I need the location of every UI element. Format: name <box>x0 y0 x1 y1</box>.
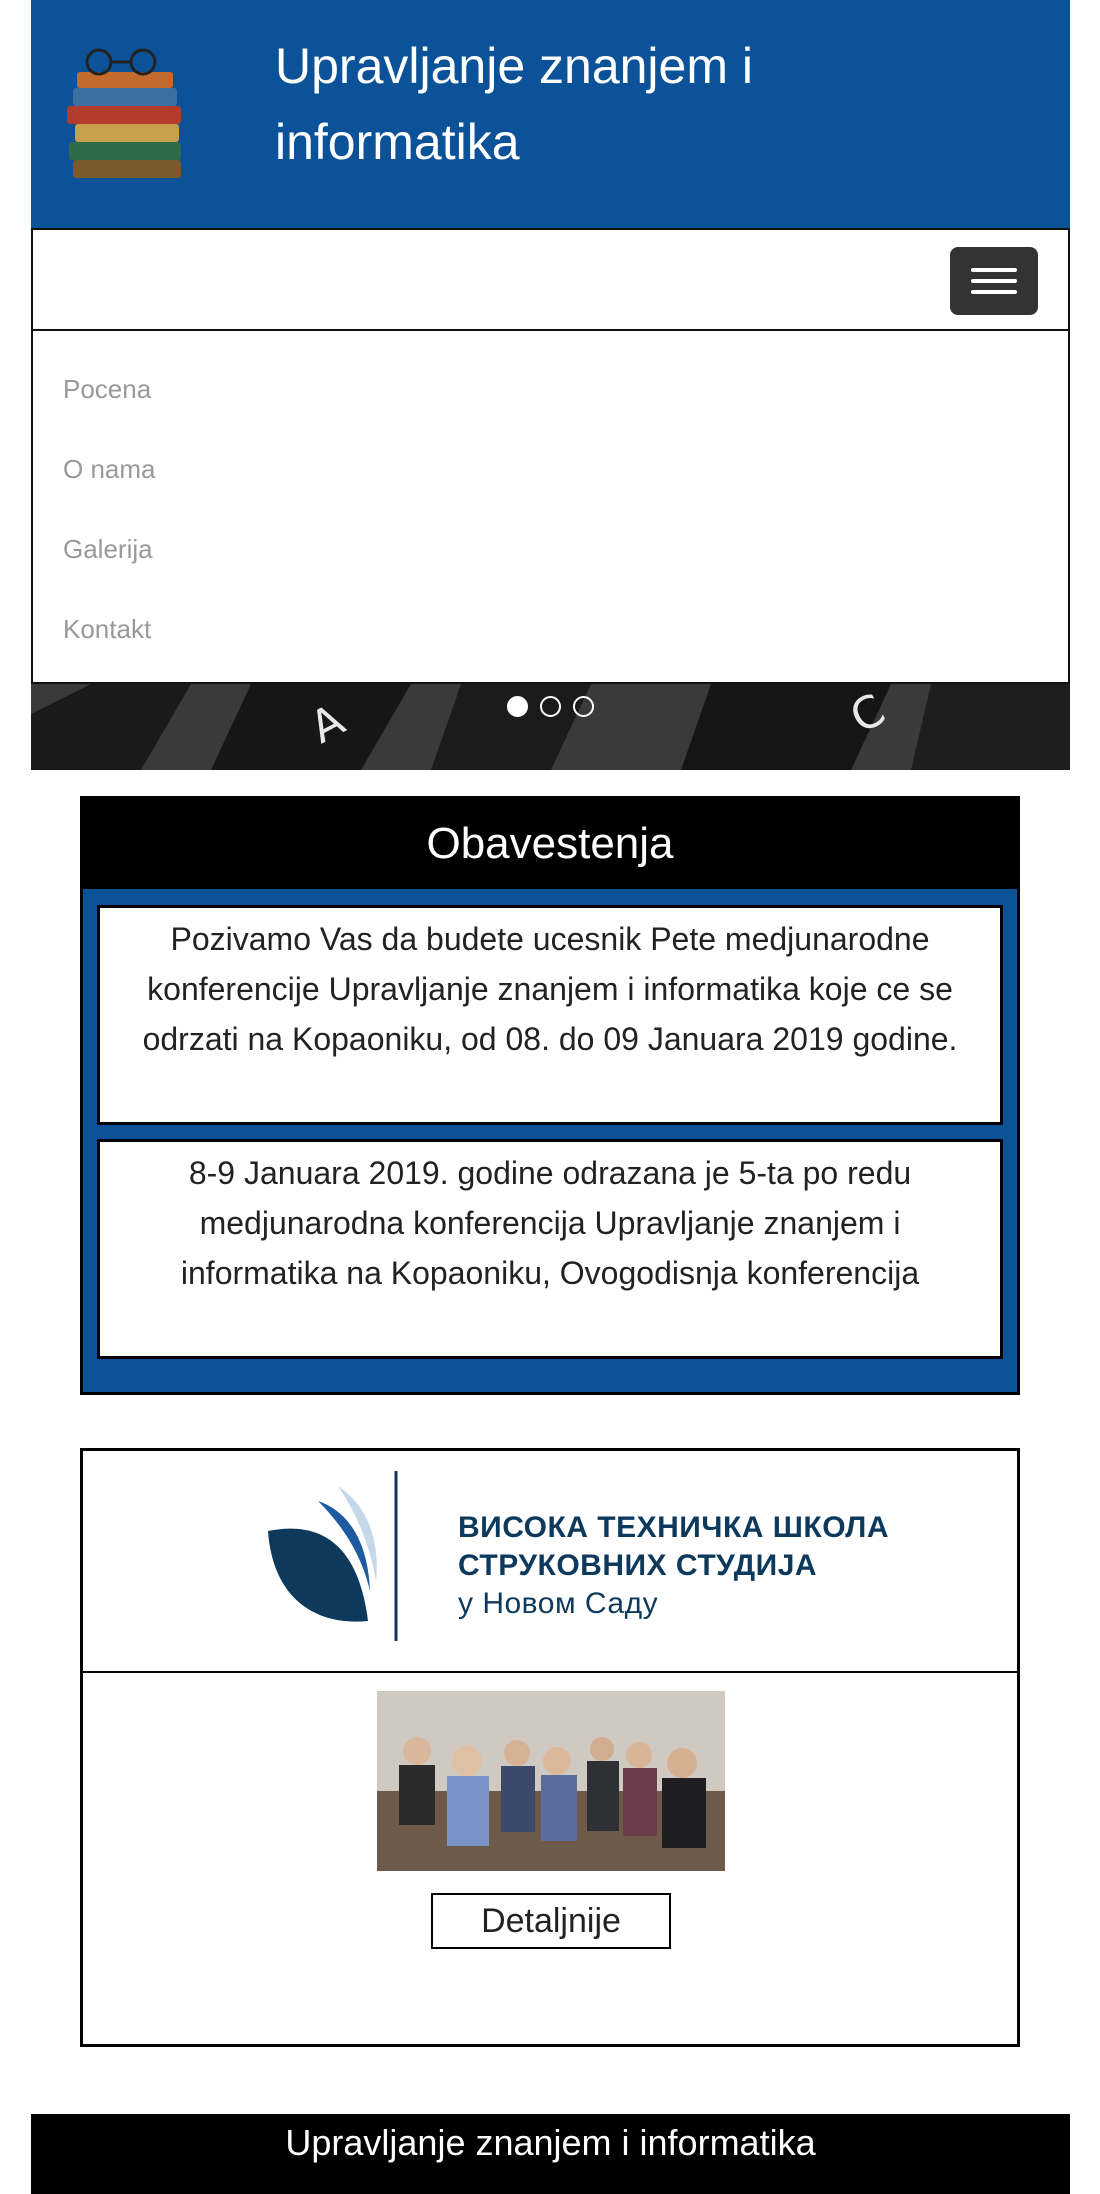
conference-photo <box>377 1691 725 1871</box>
nav-menu: Pocena O nama Galerija Kontakt <box>31 331 1070 684</box>
navbar <box>31 228 1070 331</box>
site-header: Upravljanje znanjem i informatika <box>31 0 1070 228</box>
carousel-dot-2[interactable] <box>540 696 561 717</box>
school-name-line: ВИСОКА ТЕХНИЧКА ШКОЛА <box>458 1511 890 1544</box>
site-title[interactable]: Upravljanje znanjem i informatika <box>275 28 895 180</box>
notice-item: 8-9 Januara 2019. godine odrazana je 5-t… <box>97 1139 1003 1359</box>
notice-item: Pozivamo Vas da budete ucesnik Pete medj… <box>97 905 1003 1125</box>
details-button[interactable]: Detaljnije <box>431 1893 671 1949</box>
carousel-indicators <box>31 696 1070 722</box>
carousel-dot-3[interactable] <box>573 696 595 717</box>
hamburger-icon <box>971 279 1017 283</box>
carousel-dot-1[interactable] <box>506 696 528 717</box>
school-card: ВИСОКА ТЕХНИЧКА ШКОЛА СТРУКОВНИХ СТУДИЈА… <box>80 1448 1020 2047</box>
site-footer: Upravljanje znanjem i informatika <box>31 2114 1070 2194</box>
nav-item-pocena[interactable]: Pocena <box>63 374 151 405</box>
nav-item-galerija[interactable]: Galerija <box>63 534 153 565</box>
hamburger-icon <box>971 268 1017 272</box>
notices-heading: Obavestenja <box>83 799 1017 889</box>
school-name: ВИСОКА ТЕХНИЧКА ШКОЛА СТРУКОВНИХ СТУДИЈА… <box>458 1509 889 1623</box>
books-logo-icon[interactable] <box>51 40 211 190</box>
school-name-line: СТРУКОВНИХ СТУДИЈА <box>458 1549 818 1582</box>
nav-item-kontakt[interactable]: Kontakt <box>63 614 151 645</box>
hamburger-icon <box>971 290 1017 294</box>
nav-item-o-nama[interactable]: O nama <box>63 454 156 485</box>
notices-panel: Obavestenja Pozivamo Vas da budete ucesn… <box>80 796 1020 1395</box>
menu-toggle-button[interactable] <box>950 247 1038 315</box>
school-logo[interactable]: ВИСОКА ТЕХНИЧКА ШКОЛА СТРУКОВНИХ СТУДИЈА… <box>83 1451 1017 1673</box>
school-name-line: у Новом Саду <box>458 1587 659 1620</box>
school-emblem-icon <box>268 1471 398 1641</box>
hero-carousel[interactable]: A C <box>31 684 1070 770</box>
